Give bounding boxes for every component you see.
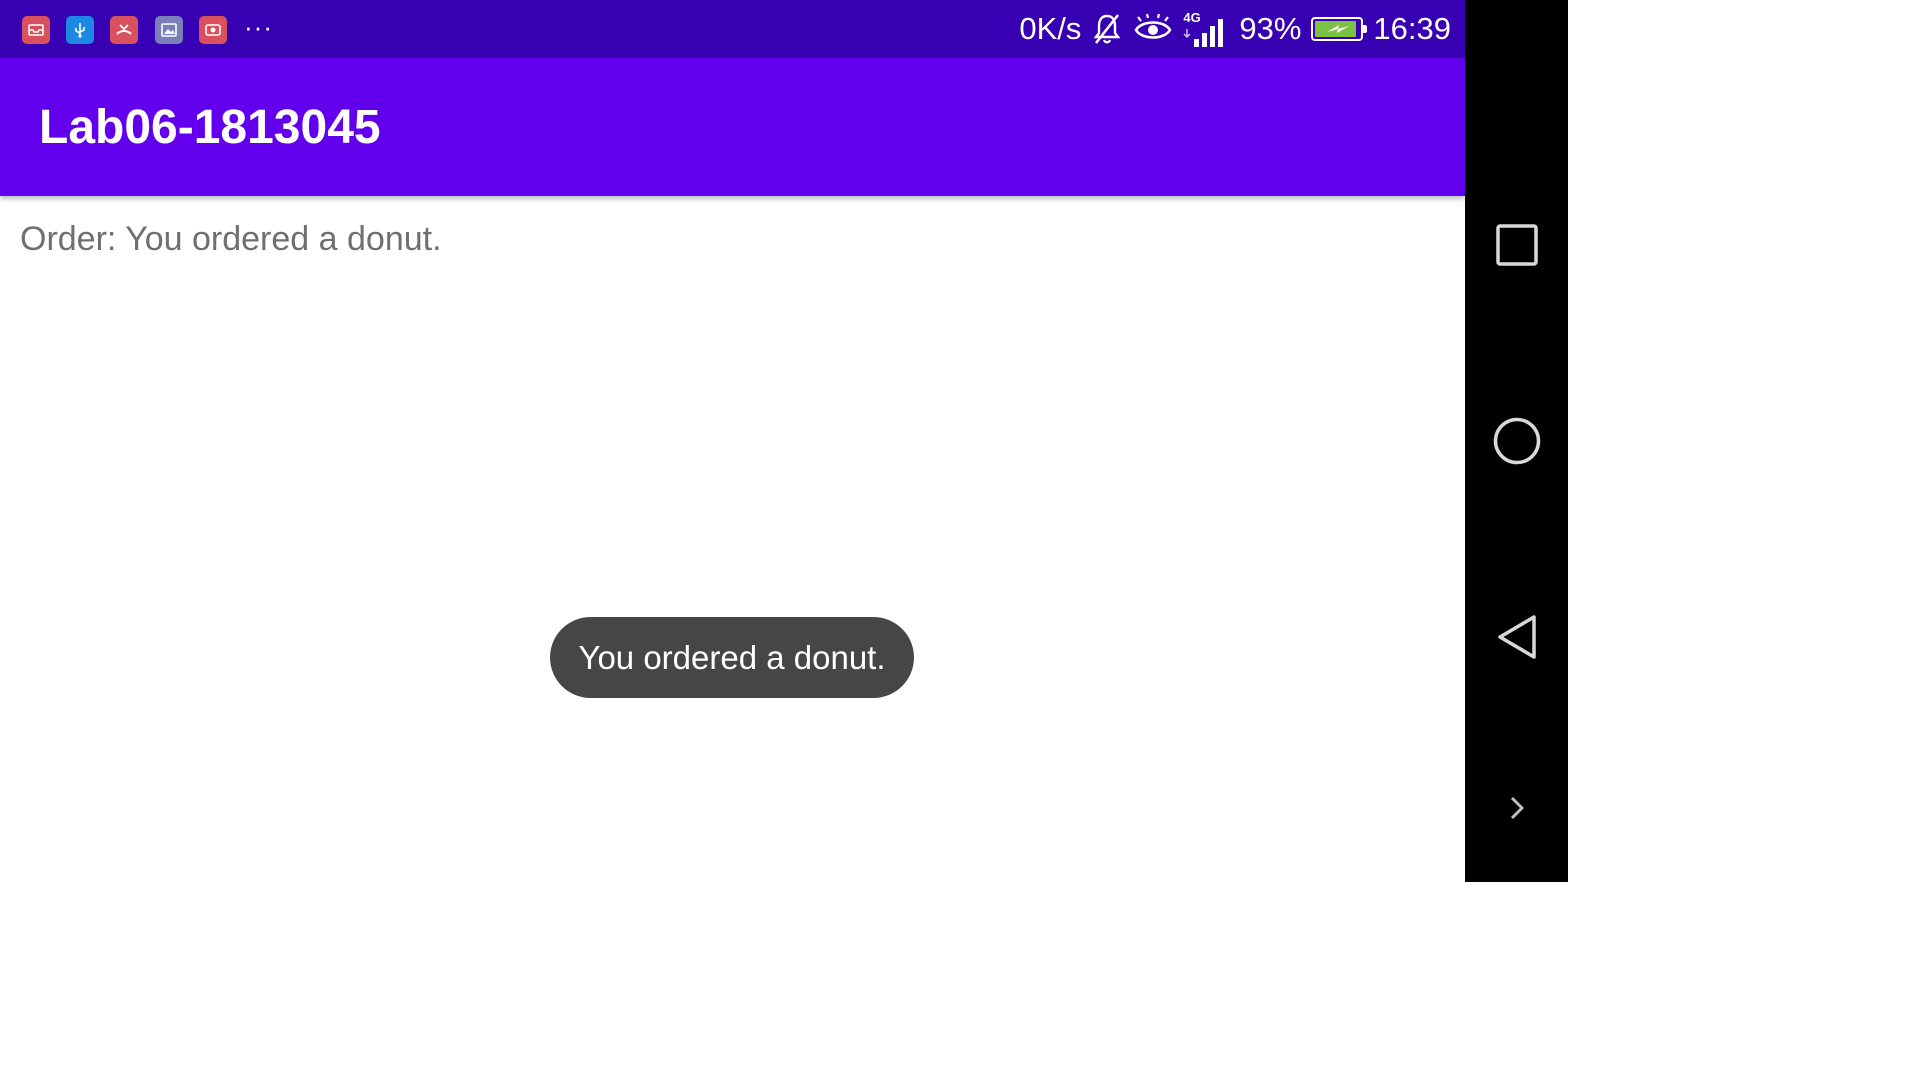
back-icon [1497, 615, 1536, 659]
phone-screen: ··· 0K/s 4G 93% 16:39 Lab06-1813045 Orde… [0, 0, 1568, 882]
usb-icon [66, 16, 94, 44]
order-summary-text: Order: You ordered a donut. [20, 220, 442, 258]
home-button[interactable] [1465, 401, 1568, 481]
navigation-bar [1465, 0, 1568, 882]
chevron-right-icon [1510, 796, 1524, 820]
recents-icon [1495, 224, 1538, 266]
signal-icon: 4G [1183, 9, 1229, 49]
recents-button[interactable] [1465, 205, 1568, 285]
home-icon [1493, 417, 1540, 465]
status-bar: ··· 0K/s 4G 93% 16:39 [0, 0, 1465, 58]
back-button[interactable] [1465, 597, 1568, 677]
app-title: Lab06-1813045 [39, 101, 381, 154]
screen-recorder-icon [199, 16, 227, 44]
expand-nav-button[interactable] [1465, 768, 1568, 848]
charging-icon [1327, 25, 1350, 33]
app-bar: Lab06-1813045 [0, 58, 1465, 196]
mail-icon [22, 16, 50, 44]
battery-percent: 93% [1239, 11, 1302, 46]
status-indicators: 0K/s 4G 93% 16:39 [1019, 0, 1451, 58]
battery-icon [1311, 17, 1368, 41]
gallery-icon [155, 16, 183, 44]
toast-message: You ordered a donut. [550, 617, 914, 698]
app-window: ··· 0K/s 4G 93% 16:39 Lab06-1813045 Orde… [0, 0, 1465, 882]
missed-call-icon [110, 16, 138, 44]
network-speed: 0K/s [1019, 11, 1082, 46]
eye-comfort-icon [1134, 13, 1172, 39]
mute-icon [1093, 14, 1121, 44]
clock: 16:39 [1373, 11, 1451, 46]
more-notifications-icon: ··· [244, 12, 273, 42]
